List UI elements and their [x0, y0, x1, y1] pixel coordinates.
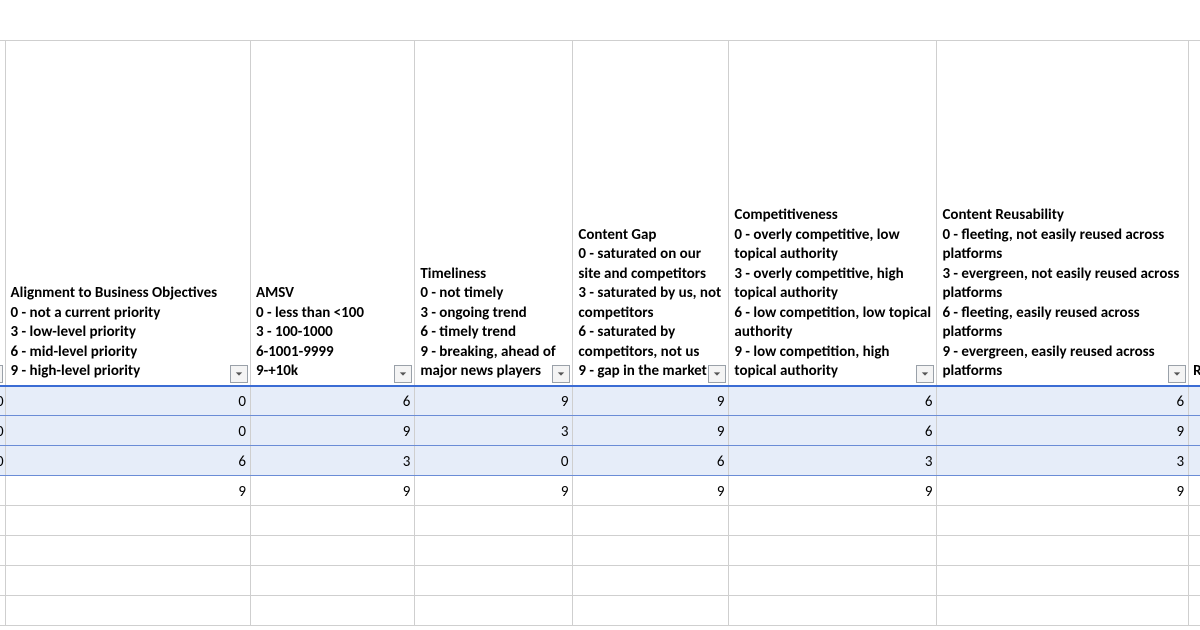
header-text: Timeliness0 - not timely3 - ongoing tren…: [420, 265, 555, 381]
cell[interactable]: [729, 506, 937, 536]
cell[interactable]: [729, 566, 937, 596]
filter-dropdown[interactable]: [916, 365, 934, 383]
cell[interactable]: [1189, 506, 1200, 536]
cell[interactable]: [1189, 536, 1200, 566]
cell[interactable]: [729, 596, 937, 626]
cell[interactable]: [937, 506, 1189, 536]
header-text: Competitiveness0 - overly competitive, l…: [734, 206, 931, 380]
col-header-reusability[interactable]: Content Reusability0 - fleeting, not eas…: [937, 41, 1189, 386]
filter-dropdown[interactable]: [552, 365, 570, 383]
cell[interactable]: 9: [729, 476, 937, 506]
cell[interactable]: 6: [729, 386, 937, 416]
col-header-content-gap[interactable]: Content Gap0 - saturated on our site and…: [573, 41, 729, 386]
cell[interactable]: [1189, 566, 1200, 596]
cell[interactable]: 3: [251, 446, 415, 476]
filter-dropdown[interactable]: [394, 365, 412, 383]
cell[interactable]: 9: [415, 386, 573, 416]
cell[interactable]: 9: [573, 386, 729, 416]
chevron-down-icon: [713, 370, 721, 378]
col-header-amsv[interactable]: AMSV0 - less than <1003 - 100-10006-1001…: [251, 41, 415, 386]
cell[interactable]: 9: [937, 416, 1189, 446]
cell[interactable]: [415, 596, 573, 626]
cell[interactable]: 9: [573, 416, 729, 446]
cell[interactable]: [1189, 386, 1200, 416]
cell[interactable]: 9: [937, 476, 1189, 506]
cell[interactable]: 3: [415, 416, 573, 446]
cell[interactable]: [251, 506, 415, 536]
cell[interactable]: 0: [5, 416, 250, 446]
cell[interactable]: [1189, 476, 1200, 506]
col-header-clip-right[interactable]: R: [1189, 41, 1200, 386]
header-text: AMSV0 - less than <1003 - 100-10006-1001…: [256, 284, 364, 380]
cell[interactable]: 3: [729, 446, 937, 476]
cell[interactable]: 0: [415, 446, 573, 476]
cell[interactable]: [5, 536, 250, 566]
col-header-alignment[interactable]: Alignment to Business Objectives0 - not …: [5, 41, 250, 386]
table-row[interactable]: 0 0 6 9 9 6 6: [0, 386, 1200, 416]
table-row[interactable]: 0 6 3 0 6 3 3: [0, 446, 1200, 476]
cell[interactable]: [415, 566, 573, 596]
cell[interactable]: 3: [937, 446, 1189, 476]
cell[interactable]: 9: [251, 476, 415, 506]
cell[interactable]: [5, 506, 250, 536]
cell[interactable]: [729, 536, 937, 566]
cell[interactable]: [573, 596, 729, 626]
cell[interactable]: [5, 566, 250, 596]
cell[interactable]: 6: [729, 416, 937, 446]
cell[interactable]: 6: [251, 386, 415, 416]
filter-dropdown[interactable]: [0, 365, 3, 383]
cell[interactable]: [1189, 416, 1200, 446]
chevron-down-icon: [399, 370, 407, 378]
cell[interactable]: [251, 566, 415, 596]
table-row[interactable]: [0, 536, 1200, 566]
chevron-down-icon: [1173, 370, 1181, 378]
header-text: Content Gap0 - saturated on our site and…: [578, 226, 721, 381]
header-text: Content Reusability0 - fleeting, not eas…: [942, 206, 1179, 380]
cell[interactable]: 9: [415, 476, 573, 506]
table-row[interactable]: 0 0 9 3 9 6 9: [0, 416, 1200, 446]
header-row: Alignment to Business Objectives0 - not …: [0, 41, 1200, 386]
table-row[interactable]: [0, 566, 1200, 596]
cell[interactable]: 6: [5, 446, 250, 476]
header-text: R: [1193, 362, 1200, 382]
cell[interactable]: 9: [573, 476, 729, 506]
col-header-timeliness[interactable]: Timeliness0 - not timely3 - ongoing tren…: [415, 41, 573, 386]
cell[interactable]: [251, 536, 415, 566]
cell[interactable]: 6: [937, 386, 1189, 416]
filter-dropdown[interactable]: [708, 365, 726, 383]
cell[interactable]: 0: [5, 386, 250, 416]
cell[interactable]: [251, 596, 415, 626]
cell[interactable]: [415, 536, 573, 566]
col-header-competitiveness[interactable]: Competitiveness0 - overly competitive, l…: [729, 41, 937, 386]
spreadsheet-table[interactable]: Alignment to Business Objectives0 - not …: [0, 40, 1200, 626]
cell[interactable]: [1189, 446, 1200, 476]
chevron-down-icon: [235, 370, 243, 378]
cell[interactable]: [573, 506, 729, 536]
cell[interactable]: [5, 596, 250, 626]
cell[interactable]: [937, 596, 1189, 626]
cell[interactable]: 9: [251, 416, 415, 446]
cell[interactable]: [937, 566, 1189, 596]
cell[interactable]: 9: [5, 476, 250, 506]
cell[interactable]: [573, 566, 729, 596]
header-text: Alignment to Business Objectives0 - not …: [11, 284, 218, 380]
cell[interactable]: [937, 536, 1189, 566]
chevron-down-icon: [557, 370, 565, 378]
filter-dropdown[interactable]: [230, 365, 248, 383]
table-row[interactable]: [0, 596, 1200, 626]
cell[interactable]: [573, 536, 729, 566]
table-row[interactable]: 9 9 9 9 9 9: [0, 476, 1200, 506]
table-row[interactable]: [0, 506, 1200, 536]
filter-dropdown[interactable]: [1168, 365, 1186, 383]
chevron-down-icon: [921, 370, 929, 378]
cell[interactable]: [1189, 596, 1200, 626]
cell[interactable]: [415, 506, 573, 536]
cell[interactable]: 6: [573, 446, 729, 476]
